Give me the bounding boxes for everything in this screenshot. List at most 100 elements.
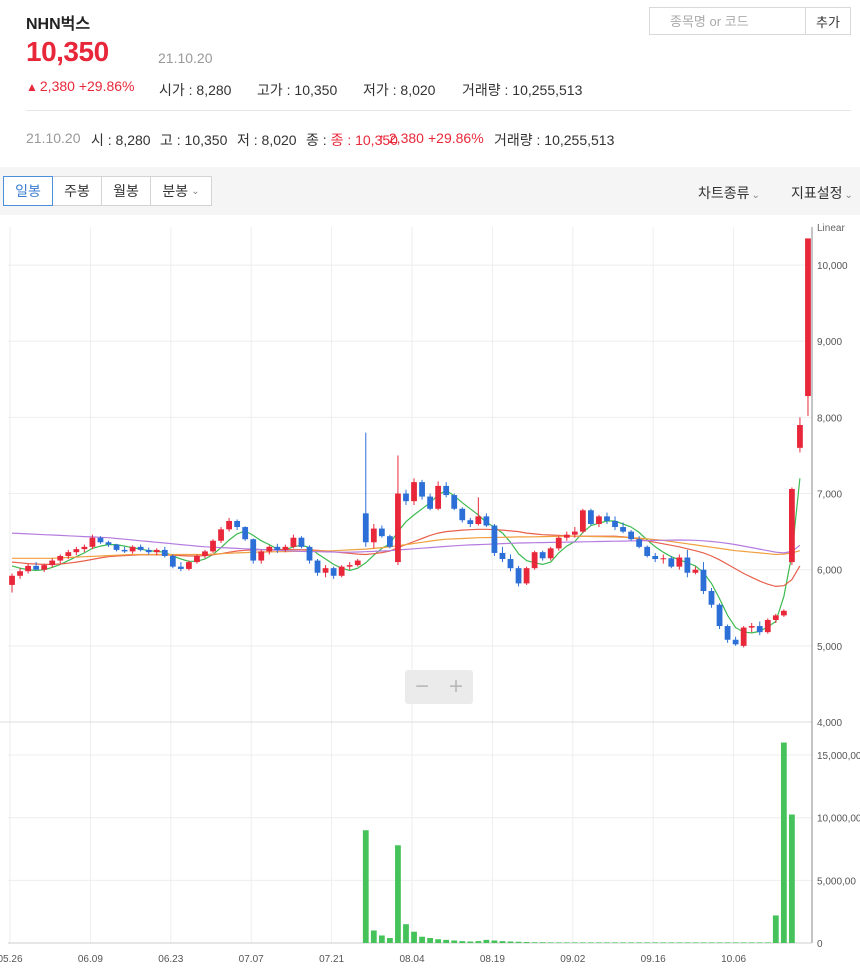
volume-bar bbox=[459, 941, 466, 943]
stock-search: 추가 bbox=[649, 7, 851, 35]
candle-body bbox=[89, 537, 96, 547]
candle-body bbox=[620, 527, 626, 532]
candle-body bbox=[531, 552, 538, 569]
candle-body bbox=[411, 482, 417, 502]
volume-bar bbox=[724, 942, 731, 943]
candle-body bbox=[177, 566, 184, 569]
volume-bar bbox=[539, 942, 546, 943]
candle-body bbox=[105, 542, 112, 545]
candle-body bbox=[354, 560, 361, 566]
candle-body bbox=[676, 557, 683, 567]
scale-label: Linear bbox=[817, 223, 845, 234]
change-percent: +29.86% bbox=[78, 78, 135, 94]
indicator-menu[interactable]: 지표설정 ⌄ bbox=[791, 183, 853, 203]
chart-type-menu[interactable]: 차트종류 ⌄ bbox=[698, 183, 760, 203]
volume-bar bbox=[700, 942, 707, 943]
volume-bar bbox=[563, 942, 570, 943]
candle-body bbox=[427, 496, 433, 509]
volume-bar bbox=[378, 935, 385, 943]
candle-body bbox=[121, 549, 128, 552]
candle-body bbox=[684, 557, 691, 573]
tab-minute[interactable]: 분봉 ⌄ bbox=[150, 176, 212, 206]
candle-body bbox=[202, 551, 208, 556]
volume-bar bbox=[604, 942, 610, 943]
volume-bar bbox=[748, 942, 755, 943]
detail-date: 21.10.20 bbox=[26, 130, 81, 146]
volume-bar bbox=[531, 942, 538, 943]
candle-body bbox=[370, 528, 377, 543]
volume-bar bbox=[370, 930, 377, 943]
candle-body bbox=[628, 531, 634, 540]
candle-body bbox=[483, 516, 490, 526]
volume-bar bbox=[668, 942, 675, 943]
candle-body bbox=[250, 539, 257, 561]
volume-bar bbox=[660, 942, 667, 943]
detail-volume: 거래량 : 10,255,513 bbox=[494, 132, 615, 148]
period-tabs: 일봉 주봉 월봉 분봉 ⌄ bbox=[3, 176, 212, 206]
candle-body bbox=[403, 493, 409, 502]
candle-body bbox=[636, 539, 643, 547]
volume-bar bbox=[684, 942, 691, 943]
candle-body bbox=[210, 540, 216, 552]
candle-body bbox=[419, 482, 425, 497]
volume-bar bbox=[467, 941, 474, 943]
candle-body bbox=[547, 548, 554, 559]
candle-body bbox=[33, 565, 40, 570]
volume-bar bbox=[387, 937, 393, 943]
high-price: 고가 : 10,350 bbox=[257, 82, 338, 98]
volume-bar bbox=[507, 941, 514, 943]
search-input[interactable] bbox=[650, 8, 805, 34]
add-button[interactable]: 추가 bbox=[805, 8, 850, 34]
candle-body bbox=[81, 546, 88, 550]
volume-bar bbox=[451, 940, 458, 943]
volume-bar bbox=[555, 942, 562, 943]
price-tick-label: 6,000 bbox=[817, 566, 842, 577]
candle-body bbox=[73, 549, 80, 553]
candle-body bbox=[153, 549, 160, 553]
candle-body bbox=[797, 425, 803, 448]
candle-body bbox=[49, 560, 56, 566]
tab-minute-label: 분봉 bbox=[162, 183, 189, 199]
detail-change-percent: +29.86% bbox=[428, 130, 484, 146]
x-tick-label: 10.06 bbox=[721, 954, 746, 965]
price-tick-label: 5,000 bbox=[817, 642, 842, 653]
tab-monthly[interactable]: 월봉 bbox=[101, 176, 151, 206]
chart-type-label: 차트종류 bbox=[698, 185, 750, 201]
candle-body bbox=[258, 551, 265, 561]
candle-body bbox=[266, 546, 273, 552]
chevron-down-icon: ⌄ bbox=[844, 190, 853, 201]
zoom-in-button[interactable]: + bbox=[439, 670, 473, 704]
candle-body bbox=[298, 537, 305, 547]
volume-bar bbox=[628, 942, 634, 943]
volume-bar bbox=[579, 942, 586, 943]
tab-weekly[interactable]: 주봉 bbox=[52, 176, 102, 206]
candle-body bbox=[17, 571, 23, 576]
volume-bar bbox=[515, 941, 522, 943]
current-price: 10,350 bbox=[26, 36, 109, 67]
candle-body bbox=[226, 520, 232, 530]
candle-body bbox=[475, 516, 482, 524]
volume-bar bbox=[652, 942, 659, 943]
detail-open: 시 : 8,280 bbox=[91, 132, 151, 148]
price-tick-label: 9,000 bbox=[817, 337, 842, 348]
chevron-down-icon: ⌄ bbox=[191, 185, 200, 197]
price-tick-label: 4,000 bbox=[817, 718, 842, 729]
candle-body bbox=[604, 516, 610, 521]
candle-body bbox=[596, 516, 602, 524]
x-tick-label: 05.26 bbox=[0, 954, 23, 965]
volume-bar bbox=[403, 924, 409, 943]
volume-bar bbox=[491, 940, 498, 943]
volume-bar bbox=[692, 942, 699, 943]
volume-bar bbox=[764, 942, 771, 943]
candle-body bbox=[169, 555, 176, 567]
candle-body bbox=[218, 529, 224, 541]
tab-daily[interactable]: 일봉 bbox=[3, 176, 53, 206]
candle-body bbox=[588, 510, 594, 524]
x-tick-label: 08.19 bbox=[480, 954, 505, 965]
volume-tick-label: 0 bbox=[817, 939, 823, 950]
candle-body bbox=[563, 534, 570, 538]
volume-bar bbox=[499, 941, 506, 943]
volume-bar bbox=[644, 942, 651, 943]
zoom-out-button[interactable]: − bbox=[405, 670, 439, 704]
stock-chart[interactable]: Linear 4,000 5,000 6,000 7,000 8,000 9,000 10,0… bbox=[0, 215, 860, 974]
